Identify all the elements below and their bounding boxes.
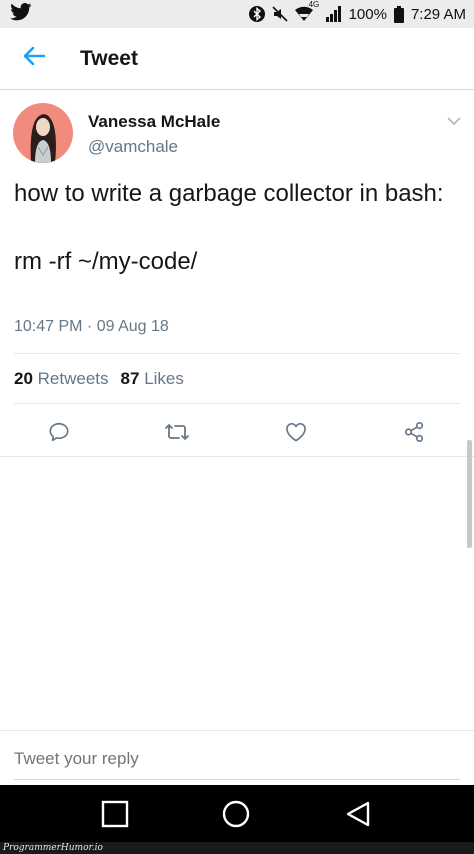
signal-icon bbox=[325, 6, 342, 22]
likes-stat[interactable]: 87 Likes bbox=[121, 369, 184, 389]
page-title: Tweet bbox=[80, 46, 138, 70]
battery-percent: 100% bbox=[348, 5, 387, 23]
twitter-bird-icon bbox=[10, 2, 32, 26]
reply-input[interactable] bbox=[14, 749, 454, 769]
app-header: Tweet bbox=[0, 28, 474, 90]
reply-icon[interactable] bbox=[46, 419, 72, 445]
wifi-icon: 4G bbox=[294, 0, 319, 22]
bluetooth-icon bbox=[248, 6, 265, 22]
watermark-text: ProgrammerHumor.io bbox=[3, 843, 103, 853]
like-icon[interactable] bbox=[283, 419, 309, 445]
tweet-detail: Vanessa McHale @vamchale how to write a … bbox=[0, 91, 474, 457]
retweets-label: Retweets bbox=[37, 369, 109, 388]
likes-label: Likes bbox=[144, 369, 184, 388]
status-bar: 4G 100% 7:29 AM bbox=[0, 0, 474, 28]
divider bbox=[14, 353, 460, 354]
tweet-stats: 20 Retweets 87 Likes bbox=[14, 369, 184, 389]
system-nav-bar bbox=[0, 785, 474, 842]
retweet-icon[interactable] bbox=[164, 419, 190, 445]
tweet-author: Vanessa McHale @vamchale bbox=[0, 91, 474, 177]
avatar[interactable] bbox=[13, 103, 73, 163]
tweet-timestamp: 10:47 PM · 09 Aug 18 bbox=[14, 318, 169, 335]
retweets-stat[interactable]: 20 Retweets bbox=[14, 369, 109, 389]
mute-icon bbox=[272, 6, 288, 22]
clock: 7:29 AM bbox=[410, 5, 466, 23]
scrollbar[interactable] bbox=[467, 440, 472, 548]
battery-icon bbox=[393, 5, 404, 23]
recent-apps-icon[interactable] bbox=[100, 799, 130, 829]
chevron-down-icon[interactable] bbox=[442, 109, 466, 133]
home-icon[interactable] bbox=[221, 799, 251, 829]
back-icon[interactable] bbox=[343, 799, 373, 829]
tweet-text: how to write a garbage collector in bash… bbox=[14, 180, 444, 275]
share-icon[interactable] bbox=[401, 419, 427, 445]
divider bbox=[0, 456, 474, 457]
arrow-left-icon bbox=[22, 46, 46, 71]
divider bbox=[14, 403, 460, 404]
retweets-count: 20 bbox=[14, 369, 33, 388]
network-label: 4G bbox=[308, 0, 320, 9]
back-button[interactable] bbox=[0, 28, 68, 90]
user-handle[interactable]: @vamchale bbox=[88, 137, 178, 157]
tweet-actions bbox=[0, 411, 474, 453]
reply-underline bbox=[14, 779, 460, 780]
watermark-bar: ProgrammerHumor.io bbox=[0, 842, 474, 854]
display-name[interactable]: Vanessa McHale bbox=[88, 112, 220, 132]
likes-count: 87 bbox=[120, 369, 140, 388]
reply-bar bbox=[0, 730, 474, 785]
